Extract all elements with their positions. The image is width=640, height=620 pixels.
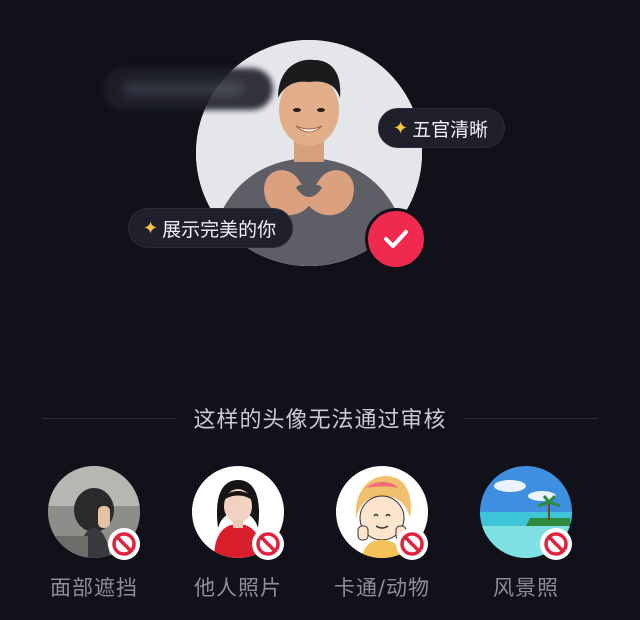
example-cartoon-animal: 卡通/动物	[312, 466, 452, 602]
example-label: 他人照片	[194, 576, 282, 600]
example-face-covered: 面部遮挡	[24, 466, 164, 602]
tag-features-clear: ✦ 五官清晰	[378, 108, 506, 148]
no-entry-icon	[252, 528, 284, 560]
tag-show-label: 展示完美的你	[162, 218, 277, 241]
example-label: 卡通/动物	[333, 576, 431, 600]
tag-show-yourself: ✦ 展示完美的你	[128, 208, 294, 248]
no-entry-icon	[396, 528, 428, 560]
example-label: 风景照	[493, 576, 559, 600]
rejected-examples: 面部遮挡 他人照片 卡通/动物 风景照	[0, 466, 640, 620]
check-icon	[384, 230, 408, 248]
divider-left	[42, 417, 176, 419]
sparkle-icon: ✦	[393, 117, 409, 139]
example-other-person: 他人照片	[168, 466, 308, 602]
section-title: 这样的头像无法通过审核	[193, 408, 447, 433]
approved-badge	[365, 208, 427, 270]
no-entry-icon	[540, 528, 572, 560]
no-entry-icon	[108, 528, 140, 560]
example-label: 面部遮挡	[50, 576, 138, 600]
tag-features-label: 五官清晰	[412, 118, 489, 141]
example-scenery: 风景照	[456, 466, 596, 602]
rejected-section-header: 这样的头像无法通过审核	[42, 398, 599, 438]
divider-right	[464, 417, 599, 419]
blurred-tag	[103, 68, 273, 110]
avatar-guide-screen: ✦ 五官清晰 ✦ 展示完美的你 这样的头像无法通过审核 面部遮挡 他人照片 卡通…	[0, 0, 640, 620]
sparkle-icon: ✦	[143, 217, 159, 239]
